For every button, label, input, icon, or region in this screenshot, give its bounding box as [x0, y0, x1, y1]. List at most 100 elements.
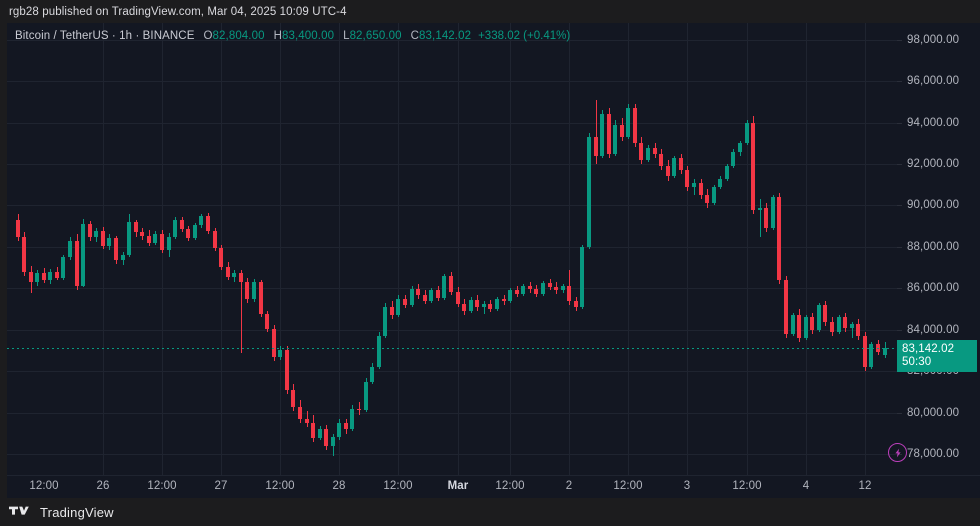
time-axis-tick: 4 — [802, 480, 810, 492]
candle-body — [502, 298, 506, 301]
candle-body — [607, 114, 611, 154]
candle-body — [705, 195, 709, 204]
candle-body — [574, 300, 578, 308]
candle-body — [554, 287, 558, 291]
footer-bar: TradingView — [0, 498, 980, 526]
candle-body — [771, 197, 775, 229]
candle-body — [259, 282, 263, 315]
candle-body — [173, 219, 177, 237]
price-tick-dash — [897, 287, 902, 289]
time-axis-tick: 12:00 — [495, 480, 525, 492]
candle-body — [718, 178, 722, 187]
candle-body — [396, 298, 400, 316]
candle-body — [469, 299, 473, 312]
tradingview-logo[interactable]: TradingView — [0, 505, 114, 520]
candle-body — [160, 234, 164, 251]
candle-body — [16, 219, 20, 237]
current-price-line — [7, 348, 897, 349]
published-text: rgb28 published on TradingView.com, Mar … — [9, 5, 347, 18]
price-axis-tick: 80,000.00 — [897, 406, 980, 420]
price-axis-tick: 84,000.00 — [897, 323, 980, 337]
candle-body — [206, 215, 210, 232]
price-axis-tick: 92,000.00 — [897, 157, 980, 171]
candle-body — [42, 272, 46, 281]
candle-body — [272, 328, 276, 357]
price-tick-label: 84,000.00 — [907, 324, 960, 336]
legend-high-value: 83,400.00 — [282, 30, 335, 42]
candle-body — [548, 283, 552, 288]
tradingview-logo-label: TradingView — [40, 504, 114, 520]
candle-body — [186, 229, 190, 238]
candle-body — [521, 286, 525, 294]
price-scale[interactable]: 83,142.02 50:30 98,000.00 96,000.00 94,000… — [888, 23, 980, 475]
time-axis-tick: 3 — [683, 480, 691, 492]
price-tick-label: 86,000.00 — [907, 282, 960, 294]
candle-body — [383, 307, 387, 337]
legend-open-value: 82,804.00 — [212, 30, 265, 42]
legend-open-key: O — [203, 30, 213, 42]
candle-body — [134, 222, 138, 233]
candle-body — [830, 321, 834, 332]
legend-close-key: C — [410, 30, 420, 42]
time-axis-tick: 12:00 — [383, 480, 413, 492]
candle-body — [679, 157, 683, 171]
candle-body — [791, 315, 795, 334]
candle-body — [147, 235, 151, 243]
candle-body — [232, 272, 236, 277]
time-axis-tick: 28 — [332, 480, 346, 492]
time-axis-tick: 12:00 — [265, 480, 295, 492]
price-axis-tick: 86,000.00 — [897, 281, 980, 295]
candle-body — [410, 289, 414, 305]
time-axis-tick: 12 — [858, 480, 872, 492]
time-axis-tick: 2 — [565, 480, 573, 492]
legend-open: O82,804.00 — [203, 30, 264, 42]
candle-body — [600, 114, 604, 156]
candle-body — [390, 307, 394, 316]
candle-body — [731, 151, 735, 167]
candle-body — [442, 275, 446, 298]
candle-body — [613, 124, 617, 154]
legend-close-value: 83,142.02 — [419, 30, 472, 42]
candle-body — [804, 317, 808, 339]
price-tick-dash — [897, 39, 902, 41]
candle-body — [324, 429, 328, 446]
candle-body — [626, 108, 630, 138]
legend-symbol-title[interactable]: Bitcoin / TetherUS · 1h · BINANCE — [15, 30, 194, 42]
candlestick-series[interactable] — [7, 23, 897, 475]
candle-body — [449, 275, 453, 292]
price-tick-label: 80,000.00 — [907, 407, 960, 419]
candle-body — [153, 234, 157, 243]
lightning-bolt-icon[interactable] — [888, 443, 907, 462]
candle-body — [515, 290, 519, 294]
chart-frame: Bitcoin / TetherUS · 1h · BINANCE O82,80… — [0, 23, 980, 498]
candle-body — [745, 122, 749, 144]
candle-body — [810, 317, 814, 330]
candle-body — [594, 137, 598, 156]
chart-plot-area[interactable] — [7, 23, 897, 475]
legend-low: L82,650.00 — [343, 30, 402, 42]
candle-body — [35, 272, 39, 283]
candle-body — [423, 294, 427, 301]
candle-body — [837, 317, 841, 332]
candle-body — [659, 153, 663, 167]
chart-legend: Bitcoin / TetherUS · 1h · BINANCE O82,80… — [15, 30, 570, 42]
candle-body — [672, 157, 676, 177]
legend-high: H83,400.00 — [274, 30, 334, 42]
candle-body — [863, 336, 867, 368]
chart-plot-wrapper: Bitcoin / TetherUS · 1h · BINANCE O82,80… — [7, 23, 980, 498]
candle-body — [620, 124, 624, 138]
candle-body — [127, 222, 131, 256]
candle-body — [370, 367, 374, 382]
candle-wick — [760, 199, 761, 237]
candle-body — [475, 299, 479, 308]
candle-body — [199, 215, 203, 226]
current-price-badge: 83,142.02 50:30 — [897, 340, 977, 372]
candle-body — [311, 423, 315, 438]
candle-wick — [694, 178, 695, 196]
time-scale[interactable]: 12:00 26 12:00 27 12:00 28 12:00 Mar 12:00 2 12:00… — [7, 475, 980, 498]
candle-body — [823, 304, 827, 322]
candle-body — [639, 143, 643, 160]
current-price-value: 83,142.02 — [902, 343, 955, 355]
candle-body — [193, 225, 197, 238]
candle-body — [587, 137, 591, 247]
